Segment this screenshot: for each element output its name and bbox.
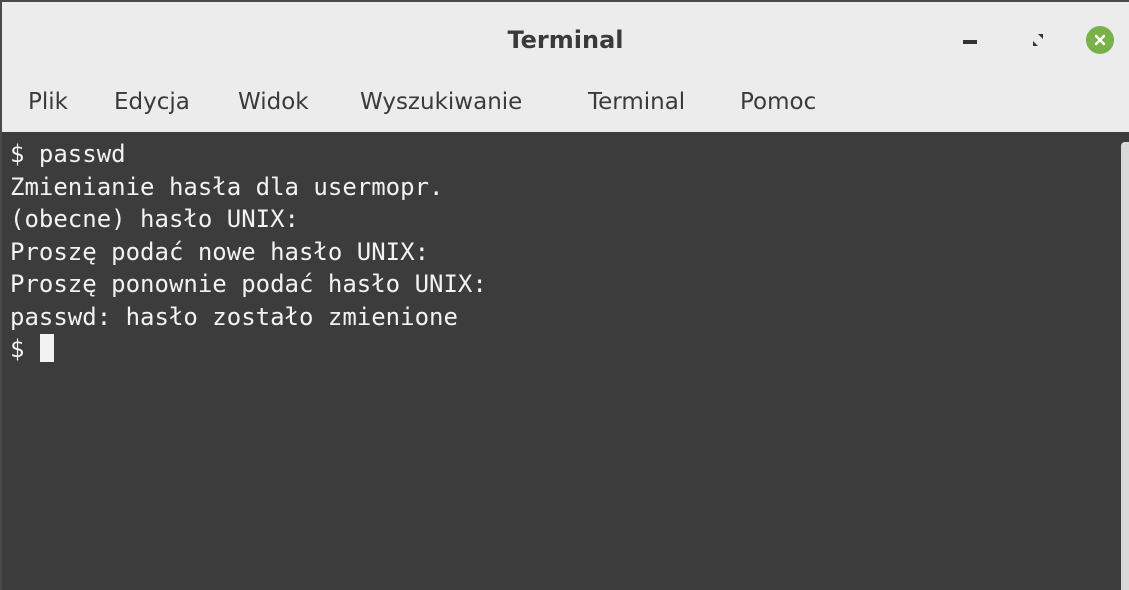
text-cursor (39, 334, 54, 362)
menu-item-edycja[interactable]: Edycja (114, 89, 190, 115)
scrollbar[interactable] (1118, 132, 1129, 590)
terminal-line: (obecne) hasło UNIX: (10, 205, 299, 233)
terminal-prompt-line[interactable]: $ (10, 333, 1120, 366)
minimize-icon (963, 40, 977, 44)
minimize-button[interactable] (952, 22, 988, 58)
close-button[interactable] (1082, 22, 1118, 58)
terminal-line: Proszę ponownie podać hasło UNIX: (10, 270, 487, 298)
menu-item-plik[interactable]: Plik (28, 89, 68, 115)
terminal-window: Terminal Plik Edycja Widok Wyszukiwanie … (0, 0, 1129, 590)
title-bar[interactable]: Terminal (2, 2, 1129, 74)
terminal-line: Zmienianie hasła dla usermopr. (10, 172, 444, 201)
close-icon (1086, 26, 1114, 54)
terminal-line: Proszę podać nowe hasło UNIX: (10, 237, 430, 266)
terminal-output[interactable]: $ passwd Zmienianie hasła dla usermopr. … (2, 132, 1120, 590)
menu-item-terminal[interactable]: Terminal (588, 89, 685, 115)
menu-bar: Plik Edycja Widok Wyszukiwanie Terminal … (2, 74, 1129, 132)
menu-item-pomoc[interactable]: Pomoc (740, 89, 816, 115)
terminal-line: $ passwd (10, 140, 126, 168)
scrollbar-track[interactable] (1121, 142, 1129, 590)
maximize-icon (1033, 34, 1043, 46)
menu-item-wyszukiwanie[interactable]: Wyszukiwanie (360, 89, 522, 115)
terminal-line: passwd: hasło zostało zmienione (10, 302, 458, 331)
maximize-button[interactable] (1020, 22, 1056, 58)
menu-item-widok[interactable]: Widok (238, 89, 309, 115)
terminal-prompt: $ (10, 335, 39, 363)
